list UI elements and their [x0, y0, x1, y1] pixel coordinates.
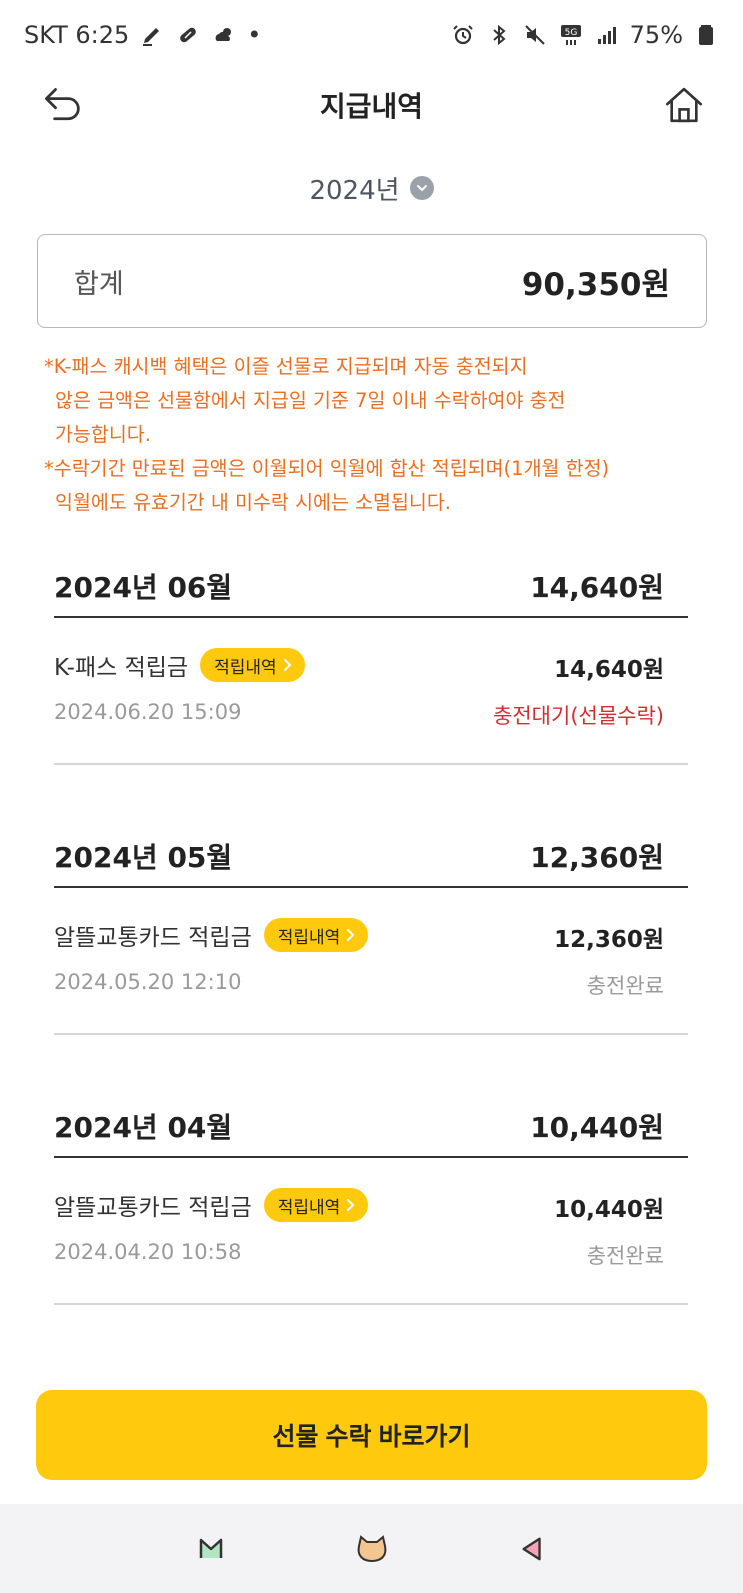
entry-date: 2024.05.20 12:10: [54, 970, 242, 994]
alarm-icon: [450, 22, 476, 48]
month-header: 2024년 05월 12,360원: [54, 826, 688, 888]
entry-name: 알뜰교통카드 적립금: [54, 925, 252, 951]
battery-percent: 75%: [629, 21, 683, 49]
entry-name: K-패스 적립금: [54, 655, 189, 681]
month-header: 2024년 04월 10,440원: [54, 1096, 688, 1158]
history-badge-button[interactable]: 적립내역: [263, 918, 369, 952]
battery-icon: [693, 22, 719, 48]
home-icon[interactable]: [659, 80, 709, 130]
mute-icon: [522, 22, 548, 48]
entry-date: 2024.06.20 15:09: [54, 700, 242, 724]
entry-name-row: 알뜰교통카드 적립금 적립내역: [54, 918, 369, 952]
back-arrow-icon[interactable]: [36, 82, 86, 128]
notice-line: *수락기간 만료된 금액은 이월되어 익월에 합산 적립되며(1개월 한정): [44, 457, 610, 480]
month-section-06: 2024년 06월 14,640원 K-패스 적립금 적립내역 14,640원 …: [54, 556, 688, 765]
back-triangle-icon[interactable]: [513, 1529, 553, 1569]
svg-text:5G: 5G: [564, 28, 577, 38]
year-value: 2024년: [309, 175, 400, 206]
status-right: 5G 75%: [450, 21, 719, 49]
month-total: 14,640원: [530, 571, 664, 604]
badge-label: 적립내역: [277, 1197, 341, 1218]
notice-line: 익월에도 유효기간 내 미수락 시에는 소멸됩니다.: [55, 491, 451, 514]
chevron-right-icon: [347, 1199, 355, 1211]
total-value: 90,350원: [521, 266, 670, 303]
carrier-time: SKT 6:25: [24, 21, 130, 49]
entry-date: 2024.04.20 10:58: [54, 1240, 242, 1264]
month-section-04: 2024년 04월 10,440원 알뜰교통카드 적립금 적립내역 10,440…: [54, 1096, 688, 1305]
home-cat-icon[interactable]: [352, 1529, 392, 1569]
5g-icon: 5G: [558, 22, 584, 48]
year-selector[interactable]: 2024년: [0, 165, 743, 211]
app-header: 지급내역: [0, 70, 743, 140]
accept-gift-button[interactable]: 선물 수락 바로가기: [36, 1390, 707, 1480]
bluetooth-icon: [486, 22, 512, 48]
total-label: 합계: [74, 268, 124, 300]
chevron-down-icon: [409, 176, 434, 200]
notice-text: *K-패스 캐시백 혜택은 이즐 선물로 지급되며 자동 충전되지 않은 금액은…: [44, 350, 704, 520]
status-dot: •: [247, 21, 262, 49]
list-item: 알뜰교통카드 적립금 적립내역 10,440원 2024.04.20 10:58…: [54, 1158, 688, 1305]
history-badge-button[interactable]: 적립내역: [200, 648, 305, 682]
system-navbar: [0, 1504, 743, 1593]
month-total: 12,360원: [530, 841, 664, 874]
pen-icon: [139, 22, 165, 48]
month-title: 2024년 06월: [54, 571, 233, 604]
month-header: 2024년 06월 14,640원: [54, 556, 688, 618]
pill-icon: [175, 22, 201, 48]
month-section-05: 2024년 05월 12,360원 알뜰교통카드 적립금 적립내역 12,360…: [54, 826, 688, 1035]
total-summary: 합계 90,350원: [37, 234, 707, 328]
month-total: 10,440원: [530, 1111, 664, 1144]
status-bar: SKT 6:25 • 5G 75%: [0, 0, 743, 70]
status-left: SKT 6:25 •: [24, 21, 261, 49]
chevron-right-icon: [283, 659, 292, 671]
notice-line: *K-패스 캐시백 혜택은 이즐 선물로 지급되며 자동 충전되지: [44, 355, 528, 378]
status-badge: 충전대기(선물수락): [493, 704, 664, 728]
entry-name: 알뜰교통카드 적립금: [54, 1195, 252, 1221]
entry-amount: 12,360원: [554, 927, 664, 953]
history-badge-button[interactable]: 적립내역: [263, 1188, 369, 1222]
entry-name-row: 알뜰교통카드 적립금 적립내역: [54, 1188, 369, 1222]
month-title: 2024년 04월: [54, 1111, 233, 1144]
notice-line: 않은 금액은 선물함에서 지급일 기준 7일 이내 수락하여야 충전: [55, 389, 566, 412]
status-badge: 충전완료: [586, 974, 664, 998]
month-title: 2024년 05월: [54, 841, 233, 874]
entry-amount: 10,440원: [554, 1197, 664, 1223]
weather-icon: [211, 22, 237, 48]
page-title: 지급내역: [319, 90, 424, 123]
recent-apps-icon[interactable]: [191, 1529, 231, 1569]
list-item: 알뜰교통카드 적립금 적립내역 12,360원 2024.05.20 12:10…: [54, 888, 688, 1035]
entry-name-row: K-패스 적립금 적립내역: [54, 648, 305, 682]
signal-icon: [594, 22, 620, 48]
notice-line: 가능합니다.: [55, 423, 151, 446]
list-item: K-패스 적립금 적립내역 14,640원 2024.06.20 15:09 충…: [54, 618, 688, 765]
badge-label: 적립내역: [214, 657, 277, 678]
entry-amount: 14,640원: [554, 657, 664, 683]
chevron-right-icon: [347, 929, 355, 941]
status-badge: 충전완료: [586, 1244, 664, 1268]
badge-label: 적립내역: [277, 927, 341, 948]
